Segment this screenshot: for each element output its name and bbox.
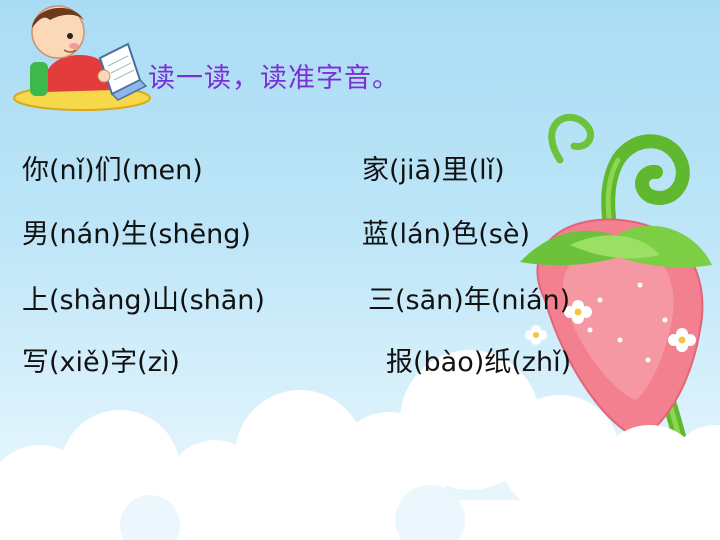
boy-reading-book-icon bbox=[13, 5, 151, 111]
word-left-1: 你(nǐ)们(men) bbox=[22, 155, 203, 186]
word-left-2: 男(nán)生(shēng) bbox=[22, 219, 251, 250]
word-right-2: 蓝(lán)色(sè) bbox=[362, 219, 530, 250]
word-left-3: 上(shàng)山(shān) bbox=[22, 285, 265, 316]
word-left-4: 写(xiě)字(zì) bbox=[22, 347, 180, 378]
tendril-icon bbox=[548, 113, 595, 164]
slide-title: 读一读，读准字音。 bbox=[148, 63, 400, 94]
slide: 读一读，读准字音。 你(nǐ)们(men) 家(jiā)里(lǐ) 男(nán)… bbox=[0, 0, 720, 540]
word-right-1: 家(jiā)里(lǐ) bbox=[362, 155, 505, 186]
word-right-4: 报(bào)纸(zhǐ) bbox=[386, 347, 572, 378]
word-right-3: 三(sān)年(nián) bbox=[368, 285, 571, 316]
